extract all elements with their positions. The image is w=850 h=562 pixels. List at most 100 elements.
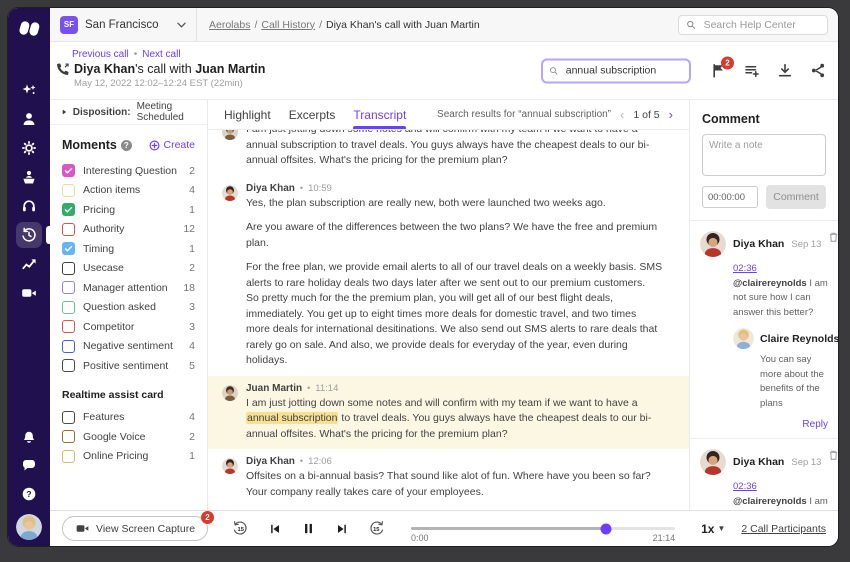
share-button[interactable] [810, 63, 826, 79]
app-logo-icon[interactable] [17, 16, 42, 41]
moment-checkbox[interactable] [62, 430, 75, 444]
sidebar-item-coaching[interactable] [16, 164, 42, 190]
moment-checkbox[interactable] [62, 449, 75, 463]
call-title: Diya Khan's call with Juan Martin [74, 62, 266, 76]
moment-checkbox[interactable] [62, 339, 75, 353]
moment-checkbox[interactable] [62, 203, 75, 217]
breadcrumb-link-call-history[interactable]: Call History [261, 19, 315, 31]
comment-panel: Comment Comment Diya Khan Sep 13 02:36 @cl… [690, 100, 838, 510]
moment-row[interactable]: Timing 1 [50, 239, 207, 259]
moment-row[interactable]: Pricing 1 [50, 200, 207, 220]
moment-label: Features [83, 411, 125, 424]
moment-checkbox[interactable] [62, 222, 75, 236]
disposition-value: Meeting Scheduled [136, 101, 184, 123]
previous-track-button[interactable] [268, 522, 282, 536]
reply-author-name: Claire Reynolds [760, 332, 838, 345]
moment-row[interactable]: Interesting Question 2 [50, 161, 207, 181]
moment-row[interactable]: Competitor 3 [50, 317, 207, 337]
breadcrumb-link-aerolabs[interactable]: Aerolabs [209, 19, 250, 31]
sidebar-item-contacts[interactable] [16, 106, 42, 132]
help-question-icon[interactable]: ? [120, 139, 132, 151]
moment-checkbox[interactable] [62, 281, 75, 295]
comment-thread: Diya Khan Sep 13 02:36 @clairereynolds I a… [690, 221, 838, 439]
add-to-playlist-button[interactable] [744, 63, 760, 79]
next-track-button[interactable] [335, 522, 349, 536]
next-call-link[interactable]: Next call [142, 49, 180, 60]
delete-comment-icon[interactable] [828, 449, 838, 461]
transcript-message[interactable]: Diya Khan • 12:06 Offsites on a bi-annual b… [208, 449, 689, 507]
message-header: Diya Khan • 10:59 [246, 183, 663, 194]
help-search-input[interactable] [701, 17, 820, 32]
moment-checkbox[interactable] [62, 320, 75, 334]
moment-row[interactable]: Usecase 2 [50, 259, 207, 279]
moment-row[interactable]: Online Pricing 1 [50, 447, 207, 467]
speaker-avatar [222, 184, 238, 201]
moment-row[interactable]: Positive sentiment 5 [50, 356, 207, 376]
transcript-message[interactable]: Juan Martin • 11:14 I am just jotting down … [208, 375, 689, 449]
sidebar-item-help[interactable]: ? [16, 481, 42, 507]
tab-highlight[interactable]: Highlight [224, 100, 271, 129]
previous-call-link[interactable]: Previous call [72, 49, 129, 60]
sidebar-item-notifications[interactable] [16, 423, 42, 449]
sidebar-item-history[interactable] [16, 222, 50, 248]
sidebar-item-settings[interactable] [16, 135, 42, 161]
tab-transcript[interactable]: Transcript [353, 100, 406, 129]
chevron-down-icon [177, 22, 186, 28]
moment-count: 3 [189, 320, 195, 333]
moment-row[interactable]: Authority 12 [50, 220, 207, 240]
moment-row[interactable]: Google Voice 2 [50, 427, 207, 447]
moment-checkbox[interactable] [62, 359, 75, 373]
delete-comment-icon[interactable] [828, 231, 838, 243]
moment-row[interactable]: Action items 4 [50, 181, 207, 201]
moment-checkbox[interactable] [62, 410, 75, 424]
comment-timestamp-input[interactable] [702, 186, 758, 208]
moment-row[interactable]: Features 4 [50, 408, 207, 428]
moment-row[interactable]: Question asked 3 [50, 298, 207, 318]
create-moment-button[interactable]: Create [149, 139, 195, 151]
playhead-handle[interactable] [600, 523, 612, 534]
flag-moments-button[interactable]: 2 [711, 56, 734, 79]
sidebar-item-chat[interactable] [16, 452, 42, 478]
transcript-scroll-area[interactable]: I am just jotting down some notes and wi… [208, 130, 689, 510]
sidebar-item-meetings[interactable] [16, 280, 42, 306]
pause-button[interactable] [301, 521, 316, 536]
comment-note-input[interactable] [702, 134, 826, 176]
message-header: Diya Khan • 12:06 [246, 456, 663, 467]
moment-checkbox[interactable] [62, 183, 75, 197]
moment-row[interactable]: Manager attention 18 [50, 278, 207, 298]
download-button[interactable] [777, 63, 793, 79]
moment-row[interactable]: Negative sentiment 4 [50, 337, 207, 357]
moment-checkbox[interactable] [62, 261, 75, 275]
transcript-search-input[interactable] [563, 63, 683, 78]
user-avatar[interactable] [16, 514, 42, 540]
moment-checkbox[interactable] [62, 242, 75, 256]
call-participants-link[interactable]: 2 Call Participants [741, 523, 826, 535]
playback-speed-selector[interactable]: 1x ▼ [701, 522, 725, 536]
speed-value: 1x [701, 521, 715, 536]
tab-excerpts[interactable]: Excerpts [289, 100, 336, 129]
disposition-row[interactable]: Disposition: Meeting Scheduled [50, 100, 207, 125]
reply-link[interactable]: Reply [802, 419, 828, 430]
transcript-search-box[interactable] [541, 58, 691, 83]
message-body: Diya Khan • 12:06 Offsites on a bi-annual b… [246, 456, 663, 500]
previous-result-button[interactable]: ‹ [620, 108, 624, 121]
contacts-icon [21, 111, 37, 127]
sidebar-item-analytics[interactable] [16, 251, 42, 277]
progress-track[interactable] [411, 523, 676, 534]
view-screen-capture-button[interactable]: View Screen Capture 2 [62, 511, 215, 541]
sidebar-item-sparkles[interactable] [16, 77, 42, 103]
moment-checkbox[interactable] [62, 164, 75, 178]
office-switcher[interactable]: SF San Francisco [50, 8, 196, 41]
comment-time-link[interactable]: 02:36 [733, 481, 757, 492]
sidebar-item-support[interactable] [16, 193, 42, 219]
transcript-message[interactable]: I am just jotting down some notes and wi… [208, 130, 689, 176]
moment-checkbox[interactable] [62, 300, 75, 314]
phone-call-icon [57, 63, 69, 75]
comment-submit-button[interactable]: Comment [766, 185, 826, 209]
next-result-button[interactable]: › [669, 108, 673, 121]
rewind-15-button[interactable]: 15 [232, 520, 249, 537]
help-search[interactable] [678, 14, 828, 35]
comment-time-link[interactable]: 02:36 [733, 263, 757, 274]
forward-15-button[interactable]: 15 [368, 520, 385, 537]
transcript-message[interactable]: Diya Khan • 10:59 Yes, the plan subscriptio… [208, 176, 689, 376]
